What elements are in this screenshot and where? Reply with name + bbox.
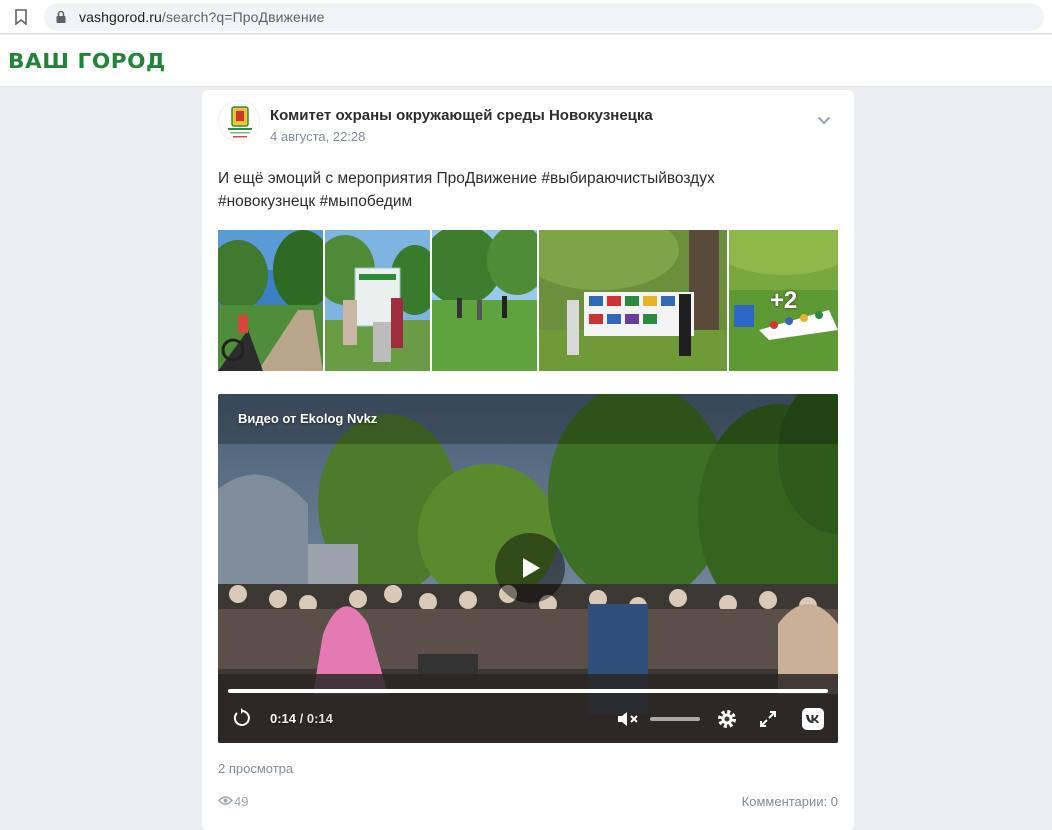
author-avatar[interactable] xyxy=(218,100,260,142)
photo-park-cyclists[interactable] xyxy=(218,230,323,371)
site-header: ВАШ ГОРОД xyxy=(0,35,1052,87)
post-author[interactable]: Комитет охраны окружающей среды Новокузн… xyxy=(270,107,653,124)
play-icon xyxy=(523,558,540,578)
lock-icon[interactable] xyxy=(55,10,67,24)
post-views-count: 49 xyxy=(234,794,249,809)
url-text[interactable]: vashgorod.ru/search?q=ПроДвижение xyxy=(79,9,325,25)
site-logo[interactable]: ВАШ ГОРОД xyxy=(8,49,166,73)
vk-logo-icon[interactable] xyxy=(802,708,824,730)
time-current: 0:14 xyxy=(270,711,297,726)
photo-lawn-games[interactable] xyxy=(432,230,537,371)
more-photos-counter[interactable]: +2 xyxy=(729,230,838,371)
volume-slider[interactable] xyxy=(650,717,700,721)
time-separator: / xyxy=(296,711,307,726)
play-button[interactable] xyxy=(495,533,565,603)
post-text-line: И ещё эмоций с мероприятия ПроДвижение #… xyxy=(218,170,715,187)
post-card: Комитет охраны окружающей среды Новокузн… xyxy=(202,90,854,830)
photo-drawings-exhibit[interactable] xyxy=(539,230,727,371)
fullscreen-icon[interactable] xyxy=(758,709,778,729)
video-views-text: 2 просмотра xyxy=(218,761,294,776)
url-path: /search?q=ПроДвижение xyxy=(161,9,325,25)
photo-banner-stroller[interactable] xyxy=(325,230,430,371)
post-text: И ещё эмоций с мероприятия ПроДвижение #… xyxy=(218,167,838,213)
browser-address-bar: vashgorod.ru/search?q=ПроДвижение xyxy=(0,0,1052,34)
video-title[interactable]: Видео от Ekolog Nvkz xyxy=(238,411,377,426)
bookmark-icon[interactable] xyxy=(14,9,28,25)
comments-link[interactable]: Комментарии: 0 xyxy=(742,794,838,809)
chevron-down-icon[interactable] xyxy=(816,112,832,128)
video-player[interactable]: Видео от Ekolog Nvkz 0:14 / 0:14 xyxy=(218,394,838,743)
post-text-line: #новокузнецк #мыпобедим xyxy=(218,193,413,210)
replay-icon[interactable] xyxy=(232,708,252,728)
mute-icon[interactable] xyxy=(616,709,640,729)
video-timecode: 0:14 / 0:14 xyxy=(270,711,333,726)
post-date[interactable]: 4 августа, 22:28 xyxy=(270,129,365,144)
eye-icon xyxy=(218,796,233,805)
video-progress-bar[interactable] xyxy=(228,689,828,693)
time-total: 0:14 xyxy=(306,711,333,726)
gear-icon[interactable] xyxy=(716,708,738,730)
url-host: vashgorod.ru xyxy=(79,9,162,25)
photo-twister-mat[interactable]: +2 xyxy=(729,230,838,371)
